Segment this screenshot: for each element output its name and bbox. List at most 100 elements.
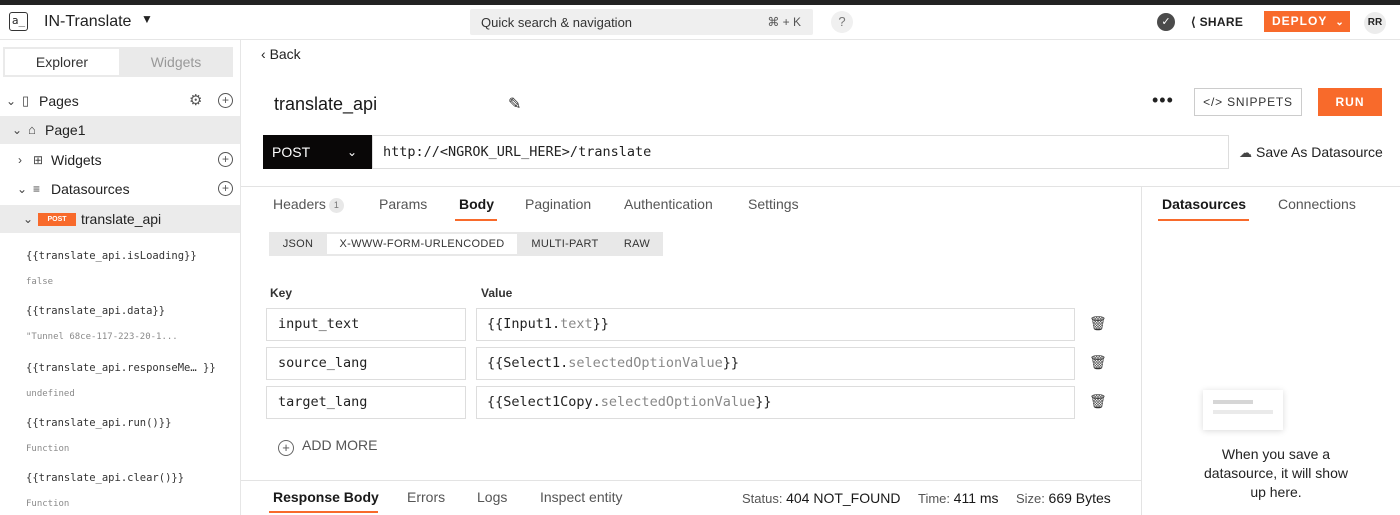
more-options-icon[interactable]: ••• [1152, 90, 1174, 111]
value-property: selectedOptionValue [600, 394, 756, 410]
api-editor: ‹ Back translate_api ✎ ••• </> SNIPPETS … [241, 40, 1400, 515]
binding-expression[interactable]: {{translate_api.responseMe… }} [26, 362, 216, 374]
deploy-button[interactable]: DEPLOY ⌄ [1264, 11, 1350, 32]
tree-item-translate-api[interactable]: ⌄ POST translate_api [0, 205, 240, 233]
tree-item-label: translate_api [81, 211, 162, 227]
body-type-json[interactable]: JSON [271, 234, 325, 254]
value-text: {{Input1. [487, 316, 561, 332]
chevron-down-icon[interactable]: ⌄ [23, 205, 33, 233]
binding-value: Function [26, 444, 70, 454]
cloud-icon: ☁ [1239, 145, 1252, 160]
saved-check-icon: ✓ [1157, 13, 1175, 31]
binding-expression[interactable]: {{translate_api.run()}} [26, 417, 171, 429]
response-status: Status: 404 NOT_FOUND [742, 490, 900, 506]
body-type-raw[interactable]: RAW [613, 234, 661, 254]
share-button[interactable]: ⟨ SHARE [1191, 15, 1243, 29]
http-method-select[interactable]: POST ⌄ [263, 135, 372, 169]
api-name-title[interactable]: translate_api [274, 94, 377, 115]
empty-state-illustration [1203, 390, 1283, 430]
post-method-badge: POST [38, 213, 76, 226]
tab-params[interactable]: Params [379, 196, 427, 212]
quick-search-placeholder: Quick search & navigation [481, 15, 633, 30]
database-icon: ≡ [33, 182, 41, 196]
add-datasource-icon[interactable]: + [218, 181, 233, 196]
save-as-datasource-button[interactable]: ☁ Save As Datasource [1239, 144, 1383, 161]
param-key-input[interactable]: target_lang [266, 386, 466, 419]
add-icon: + [278, 440, 294, 456]
share-icon: ⟨ [1191, 15, 1200, 29]
user-avatar[interactable]: RR [1364, 12, 1386, 34]
explorer-sidebar: Explorer Widgets ⌄ ▯ Pages ⚙ + ⌄ ⌂ Page1… [0, 40, 241, 515]
help-icon[interactable]: ? [831, 11, 853, 33]
value-column-header: Value [481, 286, 513, 300]
tab-body[interactable]: Body [459, 196, 494, 212]
chevron-down-icon: ⌄ [346, 145, 357, 159]
param-key-input[interactable]: source_lang [266, 347, 466, 380]
param-value-input[interactable]: {{Input1.text}} [476, 308, 1075, 341]
home-icon: ⌂ [28, 122, 36, 137]
chevron-down-icon[interactable]: ⌄ [17, 175, 27, 203]
tree-item-page1[interactable]: ⌄ ⌂ Page1 [0, 116, 240, 144]
value-text: }} [722, 355, 739, 371]
divider [241, 186, 1400, 187]
tree-item-pages[interactable]: ⌄ ▯ Pages ⚙ + [0, 87, 240, 115]
tab-headers[interactable]: Headers 1 [273, 196, 344, 213]
tab-inspect-entity[interactable]: Inspect entity [540, 489, 623, 505]
tab-errors[interactable]: Errors [407, 489, 445, 505]
tree-item-widgets[interactable]: › ⊞ Widgets + [0, 146, 240, 174]
caret-down-icon[interactable]: ▼ [141, 12, 153, 26]
tab-explorer[interactable]: Explorer [5, 49, 119, 75]
tab-settings[interactable]: Settings [748, 196, 799, 212]
param-key-input[interactable]: input_text [266, 308, 466, 341]
key-column-header: Key [270, 286, 293, 300]
tab-logs[interactable]: Logs [477, 489, 507, 505]
binding-value: false [26, 277, 54, 287]
chevron-down-icon[interactable]: ⌄ [6, 87, 16, 115]
snippets-button[interactable]: </> SNIPPETS [1194, 88, 1302, 116]
add-page-icon[interactable]: + [218, 93, 233, 108]
body-type-multipart[interactable]: MULTI-PART [519, 234, 611, 254]
tab-widgets[interactable]: Widgets [119, 49, 233, 75]
tree-item-datasources[interactable]: ⌄ ≡ Datasources + [0, 175, 240, 203]
value-text: {{Select1. [487, 355, 569, 371]
tab-response-body[interactable]: Response Body [273, 489, 379, 505]
value-text: {{Select1Copy. [487, 394, 601, 410]
param-value-input[interactable]: {{Select1Copy.selectedOptionValue}} [476, 386, 1075, 419]
chevron-down-icon[interactable]: ⌄ [1335, 17, 1344, 28]
value-text: }} [592, 316, 609, 332]
add-widget-icon[interactable]: + [218, 152, 233, 167]
back-button[interactable]: ‹ Back [261, 46, 301, 62]
trash-icon[interactable]: 🗑 [1089, 354, 1107, 371]
tree-item-label: Datasources [51, 181, 130, 197]
deploy-label: DEPLOY [1272, 14, 1328, 28]
http-method-value: POST [272, 144, 311, 160]
app-name[interactable]: IN-Translate [44, 13, 131, 31]
tab-label: Headers [273, 196, 326, 212]
quick-search-bar[interactable]: Quick search & navigation ⌘ + K [470, 9, 813, 35]
binding-expression[interactable]: {{translate_api.data}} [26, 305, 165, 317]
trash-icon[interactable]: 🗑 [1089, 315, 1107, 332]
status-value: 404 NOT_FOUND [786, 490, 901, 506]
add-more-button[interactable]: + ADD MORE [278, 437, 377, 456]
body-type-form-urlencoded[interactable]: X-WWW-FORM-URLENCODED [327, 234, 517, 254]
binding-expression[interactable]: {{translate_api.isLoading}} [26, 250, 197, 262]
chevron-down-icon[interactable]: ⌄ [12, 116, 22, 144]
param-value-input[interactable]: {{Select1.selectedOptionValue}} [476, 347, 1075, 380]
tab-pagination[interactable]: Pagination [525, 196, 591, 212]
empty-state-message: When you save a datasource, it will show… [1204, 446, 1348, 500]
app-header: a_ IN-Translate ▼ Quick search & navigat… [0, 5, 1400, 40]
search-shortcut-hint: ⌘ + K [767, 15, 801, 29]
app-logo-icon[interactable]: a_ [9, 12, 28, 31]
gear-icon[interactable]: ⚙ [189, 87, 202, 115]
panel-divider[interactable] [1141, 186, 1142, 515]
chevron-right-icon[interactable]: › [18, 146, 22, 174]
url-input[interactable]: http://<NGROK_URL_HERE>/translate [372, 135, 1229, 169]
trash-icon[interactable]: 🗑 [1089, 393, 1107, 410]
tab-datasources[interactable]: Datasources [1162, 196, 1246, 212]
binding-expression[interactable]: {{translate_api.clear()}} [26, 472, 184, 484]
run-button[interactable]: RUN [1318, 88, 1382, 116]
back-label: Back [269, 46, 301, 62]
tab-connections[interactable]: Connections [1278, 196, 1356, 212]
tab-authentication[interactable]: Authentication [624, 196, 713, 212]
pencil-icon[interactable]: ✎ [508, 94, 521, 114]
